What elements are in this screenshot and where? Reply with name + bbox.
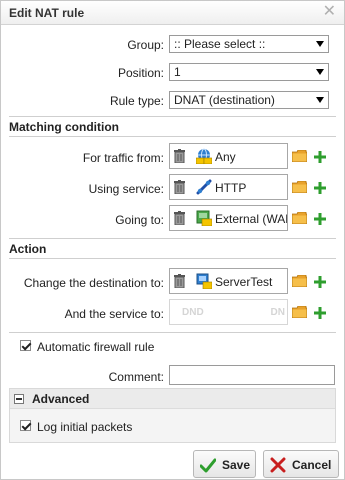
collapse-icon[interactable]	[14, 394, 24, 404]
save-button-label: Save	[222, 458, 251, 472]
advanced-panel: Advanced Log initial packets	[9, 388, 336, 443]
traffic-from-label: For traffic from:	[82, 151, 164, 165]
edit-nat-rule-dialog: Edit NAT rule ✕ Group: :: Please select …	[0, 0, 345, 480]
group-select[interactable]: :: Please select ::	[169, 35, 329, 53]
close-icon[interactable]: ✕	[323, 4, 336, 20]
folder-icon[interactable]	[292, 275, 307, 287]
rule-type-select-value: DNAT (destination)	[174, 93, 275, 107]
service-to-placeholder-left: DND	[182, 307, 204, 318]
group-label: Group:	[127, 38, 164, 52]
trash-icon[interactable]	[174, 149, 185, 163]
divider	[9, 332, 336, 333]
traffic-from-field[interactable]: Any	[169, 143, 288, 169]
going-to-label: Going to:	[115, 213, 164, 227]
position-select[interactable]: 1	[169, 63, 329, 81]
comment-label: Comment:	[108, 370, 164, 384]
using-service-label: Using service:	[88, 182, 164, 196]
folder-icon[interactable]	[292, 306, 307, 318]
cancel-x-icon	[270, 457, 286, 473]
going-to-field[interactable]: External (WAN)	[169, 205, 288, 231]
change-destination-value: ServerTest	[215, 275, 273, 289]
auto-firewall-label: Automatic firewall rule	[37, 340, 155, 354]
add-icon[interactable]	[314, 182, 326, 194]
log-initial-checkbox[interactable]	[20, 420, 31, 431]
rule-type-select[interactable]: DNAT (destination)	[169, 91, 329, 109]
using-service-field[interactable]: HTTP	[169, 174, 288, 200]
divider	[9, 116, 336, 117]
divider	[9, 238, 336, 239]
service-to-placeholder-right: DN	[270, 307, 285, 318]
position-select-value: 1	[174, 65, 181, 79]
rule-type-row: Rule type: DNAT (destination)	[1, 90, 344, 112]
add-icon[interactable]	[314, 307, 326, 319]
external-interface-icon	[196, 210, 212, 226]
traffic-from-value: Any	[215, 150, 236, 164]
network-any-icon	[196, 148, 212, 164]
dialog-title: Edit NAT rule	[9, 6, 85, 20]
change-destination-field[interactable]: ServerTest	[169, 268, 288, 294]
action-heading: Action	[9, 242, 47, 256]
auto-firewall-checkbox[interactable]	[20, 340, 31, 351]
folder-icon[interactable]	[292, 150, 307, 162]
add-icon[interactable]	[314, 276, 326, 288]
comment-input[interactable]	[169, 365, 335, 385]
matching-condition-heading: Matching condition	[9, 120, 119, 134]
save-button[interactable]: Save	[193, 450, 256, 478]
folder-icon[interactable]	[292, 212, 307, 224]
position-row: Position: 1	[1, 62, 344, 84]
going-to-value: External (WAN)	[215, 212, 287, 226]
service-to-field[interactable]: DND DN	[169, 299, 288, 325]
trash-icon[interactable]	[174, 274, 185, 288]
group-row: Group: :: Please select ::	[1, 34, 344, 56]
advanced-heading: Advanced	[32, 392, 90, 406]
dialog-titlebar: Edit NAT rule ✕	[1, 1, 344, 25]
divider	[9, 258, 336, 259]
service-to-label: And the service to:	[64, 307, 164, 321]
cancel-button[interactable]: Cancel	[263, 450, 339, 478]
add-icon[interactable]	[314, 151, 326, 163]
trash-icon[interactable]	[174, 211, 185, 225]
chevron-down-icon	[316, 69, 324, 75]
service-icon	[196, 179, 212, 195]
using-service-value: HTTP	[215, 181, 247, 195]
group-select-value: :: Please select ::	[174, 37, 266, 51]
cancel-button-label: Cancel	[292, 458, 332, 472]
log-initial-label: Log initial packets	[37, 420, 133, 434]
chevron-down-icon	[316, 41, 324, 47]
advanced-header[interactable]: Advanced	[10, 389, 335, 409]
chevron-down-icon	[316, 97, 324, 103]
trash-icon[interactable]	[174, 180, 185, 194]
folder-icon[interactable]	[292, 181, 307, 193]
change-destination-label: Change the destination to:	[23, 276, 164, 290]
divider	[9, 136, 336, 137]
add-icon[interactable]	[314, 213, 326, 225]
position-label: Position:	[117, 66, 164, 80]
server-host-icon	[196, 273, 212, 289]
rule-type-label: Rule type:	[109, 94, 164, 108]
checkmark-icon	[200, 458, 216, 473]
